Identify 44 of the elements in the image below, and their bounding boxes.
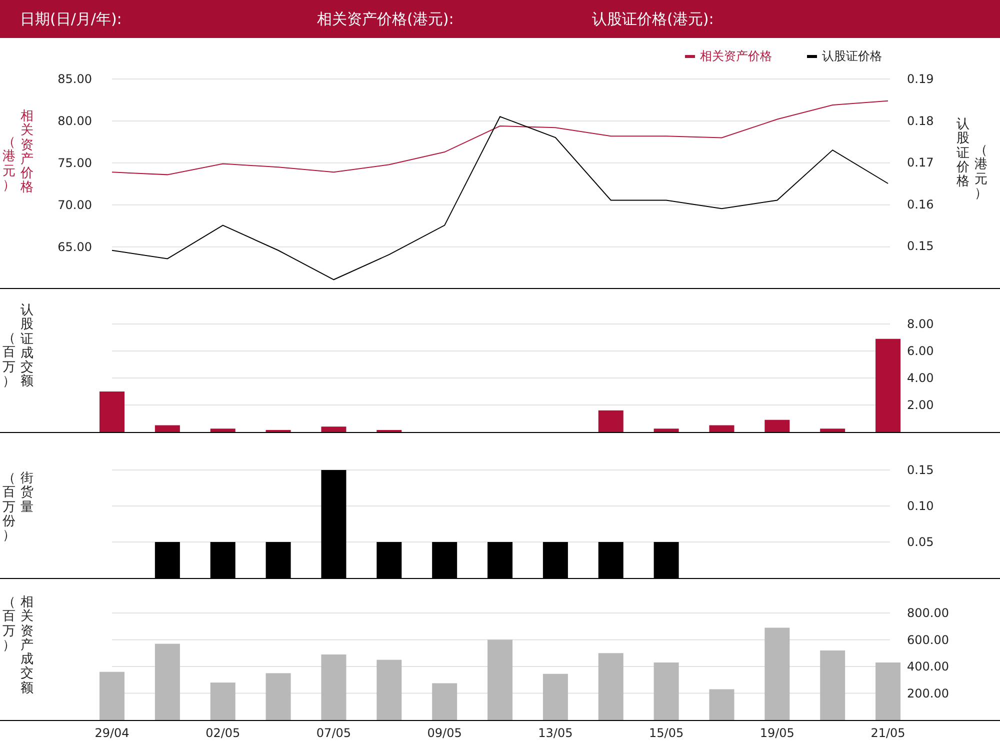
axis-tick-label: 200.00 [907,686,949,700]
header-label: 认股证价格(港元): [592,8,714,30]
axis-tick-label: 6.00 [907,344,934,358]
axis-tick-label: 0.17 [907,156,934,170]
axis-unit: （港元） [2,136,16,194]
axis-tick-label: 0.10 [907,499,934,513]
axis-tick-label: 4.00 [907,371,934,385]
axis-title: 相关资产价格 [20,110,34,196]
axis-title: 相关资产成交额 [20,596,34,696]
axis-tick-label: 07/05 [316,726,352,740]
axis-tick-label: 02/05 [206,726,240,740]
axis-tick-label: 0.15 [907,463,934,477]
axis-tick-label: 70.00 [58,198,92,212]
legend-label: 认股证价格 [822,49,882,63]
axis-title: 认股证成交额 [20,304,34,390]
axis-tick-label: 19/05 [760,726,794,740]
axis-tick-label: 85.00 [58,72,92,86]
axis-title: 认股证价格 [956,118,970,190]
axis-unit: （港元） [974,144,988,202]
axis-tick-label: 15/05 [649,726,684,740]
axis-tick-label: 2.00 [907,398,934,412]
legend-label: 相关资产价格 [700,49,772,63]
axis-tick-label: 0.05 [907,535,934,549]
axis-tick-label: 0.15 [907,239,934,254]
axis-tick-label: 600.00 [907,632,949,647]
axis-tick-label: 75.00 [58,156,92,170]
axis-tick-label: 09/05 [427,726,462,740]
axis-tick-label: 0.19 [907,72,934,86]
axis-tick-label: 0.16 [907,197,934,212]
axis-tick-label: 21/05 [870,726,906,740]
axis-tick-label: 400.00 [907,660,949,674]
header-label: 日期(日/月/年): [19,8,123,30]
axis-tick-label: 65.00 [58,240,92,254]
axis-tick-label: 800.00 [907,606,949,620]
axis-unit: （百万） [2,332,16,390]
axis-unit: （百万） [2,596,16,654]
axis-tick-label: 13/05 [538,726,573,740]
axis-unit: （百万份） [2,472,16,544]
axis-tick-label: 29/04 [94,726,130,740]
axis-tick-label: 8.00 [907,317,934,331]
header-label: 相关资产价格(港元): [317,8,455,30]
axis-tick-label: 80.00 [58,114,92,128]
axis-tick-label: 0.18 [907,114,934,128]
axis-title: 街货量 [20,472,34,515]
